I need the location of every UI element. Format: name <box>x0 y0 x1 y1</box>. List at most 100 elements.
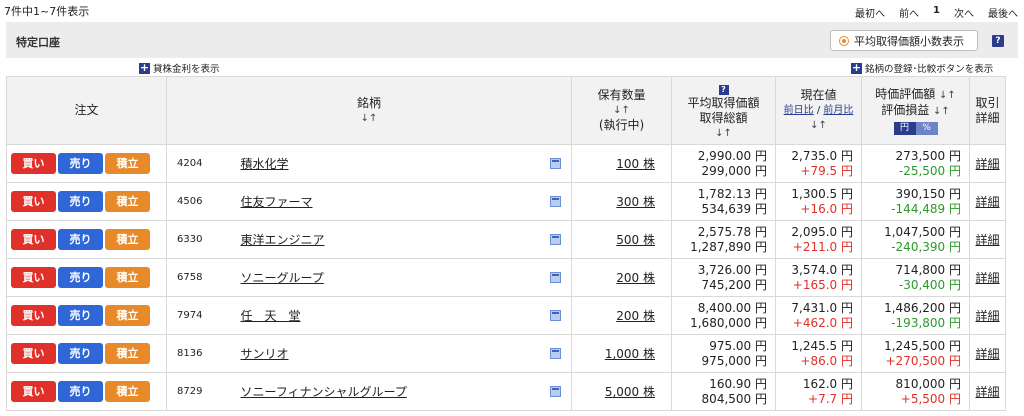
calculator-icon[interactable] <box>550 310 561 321</box>
current-cell: 2,095.0 円 +211.0 円 <box>775 220 862 259</box>
help-icon[interactable]: ? <box>718 84 729 95</box>
table-row: 買い 売り 積立 8136 サンリオ 1,000 株 975.00 円 975,000 円 1,… <box>6 334 1006 373</box>
calculator-icon[interactable] <box>550 386 561 397</box>
qty-cell: 200 株 <box>571 296 672 335</box>
account-title: 特定口座 <box>16 36 60 49</box>
qty-cell: 5,000 株 <box>571 372 672 411</box>
detail-link[interactable]: 詳細 <box>975 347 999 361</box>
pager-prev[interactable]: 前へ <box>899 5 919 20</box>
stock-name-link[interactable]: 住友ファーマ <box>241 193 313 210</box>
buy-button[interactable]: 買い <box>11 153 56 174</box>
header-detail: 取引 詳細 <box>969 76 1006 145</box>
qty-link[interactable]: 200 株 <box>616 309 655 323</box>
table-row: 買い 売り 積立 7974 任 天 堂 200 株 8,400.00 円 1,680,000 … <box>6 296 1006 335</box>
qty-link[interactable]: 500 株 <box>616 233 655 247</box>
pager-first[interactable]: 最初へ <box>855 5 885 20</box>
tsumitate-button[interactable]: 積立 <box>105 381 150 402</box>
stock-name-link[interactable]: ソニーグループ <box>241 269 324 286</box>
qty-link[interactable]: 5,000 株 <box>605 385 655 399</box>
header-valuation: 時価評価額 ↓↑ 評価損益 ↓↑ 円 % <box>861 76 970 145</box>
stock-name-link[interactable]: 任 天 堂 <box>241 307 301 324</box>
stock-code: 8136 <box>166 334 241 373</box>
sort-icon[interactable]: ↓↑ <box>933 106 950 117</box>
help-icon[interactable]: ? <box>992 35 1004 47</box>
tsumitate-button[interactable]: 積立 <box>105 305 150 326</box>
calculator-icon[interactable] <box>550 158 561 169</box>
calculator-icon[interactable] <box>550 272 561 283</box>
buy-button[interactable]: 買い <box>11 267 56 288</box>
detail-link[interactable]: 詳細 <box>975 195 999 209</box>
prev-day-ratio-link[interactable]: 前日比 <box>784 105 814 116</box>
detail-link[interactable]: 詳細 <box>975 309 999 323</box>
avg-cell: 3,726.00 円 745,200 円 <box>671 258 776 297</box>
stock-name-link[interactable]: 東洋エンジニア <box>241 231 325 248</box>
result-count: 7件中1~7件表示 <box>4 5 90 18</box>
detail-link[interactable]: 詳細 <box>975 271 999 285</box>
yen-pct-toggle[interactable]: 円 % <box>893 121 938 135</box>
tsumitate-button[interactable]: 積立 <box>105 191 150 212</box>
detail-link[interactable]: 詳細 <box>975 157 999 171</box>
current-price: 3,574.0 円 <box>791 262 853 277</box>
sell-button[interactable]: 売り <box>58 229 103 250</box>
calculator-icon[interactable] <box>550 196 561 207</box>
qty-link[interactable]: 100 株 <box>616 157 655 171</box>
stock-code: 8729 <box>166 372 241 411</box>
header-total-label: 取得総額 <box>699 110 748 125</box>
qty-link[interactable]: 300 株 <box>616 195 655 209</box>
current-price: 2,735.0 円 <box>791 148 853 163</box>
toggle-yen[interactable]: 円 <box>893 121 916 135</box>
tsumitate-button[interactable]: 積立 <box>105 343 150 364</box>
sell-button[interactable]: 売り <box>58 305 103 326</box>
detail-link[interactable]: 詳細 <box>975 233 999 247</box>
buy-button[interactable]: 買い <box>11 191 56 212</box>
sell-button[interactable]: 売り <box>58 191 103 212</box>
sort-icon[interactable]: ↓↑ <box>939 90 956 101</box>
calculator-icon[interactable] <box>550 234 561 245</box>
qty-link[interactable]: 1,000 株 <box>605 347 655 361</box>
plus-icon: + <box>139 60 150 74</box>
sort-icon[interactable]: ↓↑ <box>672 126 775 141</box>
current-cell: 162.0 円 +7.7 円 <box>775 372 862 411</box>
header-qty-sub: (執行中) <box>598 118 645 132</box>
valuation-cell: 1,047,500 円 -240,390 円 <box>861 220 970 259</box>
toggle-pct[interactable]: % <box>915 121 938 135</box>
sell-button[interactable]: 売り <box>58 381 103 402</box>
sort-icon[interactable]: ↓↑ <box>572 103 671 118</box>
sell-button[interactable]: 売り <box>58 267 103 288</box>
pager-next[interactable]: 次へ <box>954 5 974 20</box>
stock-name-link[interactable]: サンリオ <box>241 345 289 362</box>
sort-icon[interactable]: ↓↑ <box>167 111 571 126</box>
pager-last[interactable]: 最後へ <box>988 5 1018 20</box>
stock-name-link[interactable]: ソニーフィナンシャルグループ <box>241 383 407 400</box>
table-header-row: 注文 銘柄 ↓↑ 保有数量 ↓↑ (執行中) ? 平均取得価額 取得総額 ↓↑ … <box>6 76 1006 145</box>
buy-button[interactable]: 買い <box>11 229 56 250</box>
tsumitate-button[interactable]: 積立 <box>105 229 150 250</box>
tsumitate-button[interactable]: 積立 <box>105 267 150 288</box>
buy-button[interactable]: 買い <box>11 381 56 402</box>
day-change: +462.0 円 <box>792 315 853 330</box>
header-current: 現在値 前日比 / 前月比 ↓↑ <box>775 76 862 145</box>
ratio-separator: / <box>816 105 821 116</box>
prev-month-ratio-link[interactable]: 前月比 <box>823 105 853 116</box>
header-qty-label: 保有数量 <box>597 88 646 102</box>
buy-button[interactable]: 買い <box>11 343 56 364</box>
current-price: 1,300.5 円 <box>791 186 853 201</box>
tsumitate-button[interactable]: 積立 <box>105 153 150 174</box>
sell-button[interactable]: 売り <box>58 343 103 364</box>
sell-button[interactable]: 売り <box>58 153 103 174</box>
qty-link[interactable]: 200 株 <box>616 271 655 285</box>
current-cell: 1,300.5 円 +16.0 円 <box>775 182 862 221</box>
avg-price: 975.00 円 <box>709 338 767 353</box>
avg-price: 2,575.78 円 <box>697 224 767 239</box>
lending-rate-link[interactable]: + 貸株金利を表示 <box>139 61 220 75</box>
detail-link[interactable]: 詳細 <box>975 385 999 399</box>
register-compare-link[interactable]: + 銘柄の登録･比較ボタンを表示 <box>851 61 993 75</box>
buy-button[interactable]: 買い <box>11 305 56 326</box>
sort-icon[interactable]: ↓↑ <box>776 118 861 133</box>
avg-decimal-toggle-button[interactable]: 平均取得価額小数表示 <box>830 30 978 51</box>
avg-price: 1,782.13 円 <box>697 186 767 201</box>
calculator-icon[interactable] <box>550 348 561 359</box>
order-cell: 買い 売り 積立 <box>6 334 167 373</box>
stock-name-link[interactable]: 積水化学 <box>241 155 289 172</box>
avg-price: 3,726.00 円 <box>697 262 767 277</box>
